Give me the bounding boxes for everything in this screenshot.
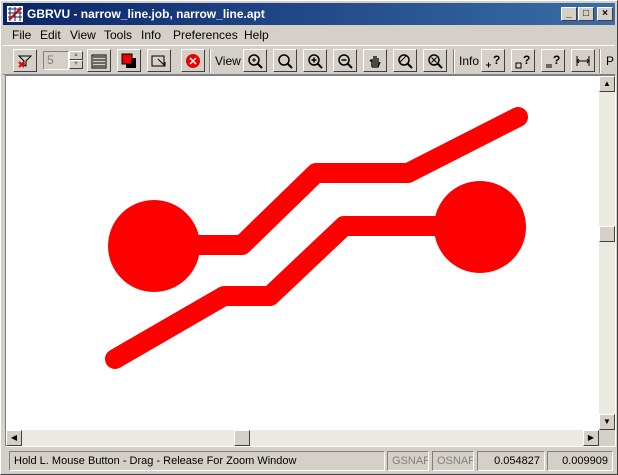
- osnap-indicator[interactable]: OSNAP: [432, 451, 474, 471]
- scroll-up-icon[interactable]: ▲: [599, 76, 615, 92]
- scrollbar-corner: [599, 430, 615, 446]
- filter-off-icon: [17, 55, 33, 68]
- spin-value-field[interactable]: 5: [43, 51, 69, 70]
- info-net-icon: ?: [546, 53, 560, 68]
- info-point-icon: ?: [486, 53, 500, 68]
- svg-text:?: ?: [523, 53, 530, 67]
- filter-off-button[interactable]: [13, 49, 37, 72]
- minimize-button[interactable]: _: [561, 7, 577, 21]
- toolbar: 5 ▲ ▼ View Info ? ? ? P: [3, 45, 615, 75]
- zoom-previous-button[interactable]: [423, 49, 447, 72]
- scroll-right-icon[interactable]: ▶: [583, 430, 599, 446]
- menu-bar: File Edit View Tools Info Preferences He…: [3, 26, 615, 44]
- zoom-in-icon: [248, 54, 263, 69]
- info-box-icon: ?: [515, 53, 530, 69]
- app-window: GBRVU - narrow_line.job, narrow_line.apt…: [0, 0, 618, 475]
- zoom-minus-icon: [338, 54, 353, 69]
- pan-button[interactable]: [363, 49, 387, 72]
- stop-button[interactable]: [181, 49, 205, 72]
- zoom-window-icon: [278, 54, 293, 69]
- info-net-button[interactable]: ?: [541, 49, 565, 72]
- toolbar-separator: [599, 49, 601, 73]
- scroll-left-icon[interactable]: ◀: [6, 430, 22, 446]
- status-message: Hold L. Mouse Button - Drag - Release Fo…: [9, 451, 385, 471]
- trace-group: [105, 107, 528, 369]
- title-bar[interactable]: GBRVU - narrow_line.job, narrow_line.apt…: [3, 3, 615, 25]
- color-icon: [121, 53, 136, 68]
- gerber-drawing: [105, 107, 528, 369]
- x-coordinate: 0.054827: [477, 451, 545, 471]
- measure-button[interactable]: [571, 49, 595, 72]
- horizontal-scrollbar[interactable]: ◀ ▶: [6, 430, 599, 446]
- drawing-area: ▲ ▼ ◀ ▶: [5, 75, 616, 447]
- menu-help[interactable]: Help: [244, 28, 269, 42]
- menu-preferences[interactable]: Preferences: [173, 28, 238, 42]
- stop-icon: [186, 54, 200, 68]
- menu-edit[interactable]: Edit: [40, 28, 61, 42]
- toolbar-separator: [453, 49, 455, 73]
- layers-icon: [91, 54, 107, 69]
- svg-text:?: ?: [553, 53, 560, 67]
- zoom-plus-button[interactable]: [303, 49, 327, 72]
- vertical-scroll-thumb[interactable]: [599, 226, 615, 242]
- scroll-down-icon[interactable]: ▼: [599, 414, 615, 430]
- spin-up-icon[interactable]: ▲: [69, 51, 83, 60]
- zoom-previous-icon: [428, 54, 443, 69]
- spin-down-icon[interactable]: ▼: [69, 60, 83, 69]
- toolbar-separator: [209, 49, 211, 73]
- pan-hand-icon: [369, 56, 381, 68]
- svg-text:?: ?: [493, 53, 500, 67]
- select-icon: [151, 55, 166, 67]
- pad-left[interactable]: [108, 200, 200, 292]
- zoom-plus-icon: [308, 54, 323, 69]
- menu-info[interactable]: Info: [141, 28, 161, 42]
- zoom-fit-button[interactable]: [393, 49, 417, 72]
- app-icon: [7, 6, 23, 22]
- close-button[interactable]: ×: [597, 7, 613, 21]
- zoom-window-button[interactable]: [273, 49, 297, 72]
- menu-tools[interactable]: Tools: [104, 28, 132, 42]
- status-bar: Hold L. Mouse Button - Drag - Release Fo…: [3, 449, 615, 473]
- maximize-button[interactable]: □: [578, 7, 594, 21]
- toolbar-overflow-label[interactable]: P: [606, 54, 614, 68]
- select-button[interactable]: [147, 49, 171, 72]
- view-label: View: [215, 54, 241, 68]
- zoom-minus-button[interactable]: [333, 49, 357, 72]
- window-title: GBRVU - narrow_line.job, narrow_line.apt: [27, 7, 265, 21]
- info-box-button[interactable]: ?: [511, 49, 535, 72]
- measure-icon: [576, 56, 590, 66]
- menu-view[interactable]: View: [70, 28, 96, 42]
- zoom-in-button[interactable]: [243, 49, 267, 72]
- pad-right[interactable]: [434, 181, 526, 273]
- menu-file[interactable]: File: [12, 28, 31, 42]
- vertical-scrollbar[interactable]: ▲ ▼: [599, 76, 615, 430]
- y-coordinate: 0.009909: [547, 451, 613, 471]
- horizontal-scroll-thumb[interactable]: [234, 430, 250, 446]
- info-label: Info: [459, 54, 480, 68]
- gsnap-indicator[interactable]: GSNAP: [387, 451, 429, 471]
- zoom-fit-icon: [398, 54, 413, 69]
- info-point-button[interactable]: ?: [481, 49, 505, 72]
- layers-button[interactable]: [87, 49, 111, 72]
- gerber-canvas[interactable]: [6, 76, 599, 430]
- color-button[interactable]: [117, 49, 141, 72]
- spin-arrows[interactable]: ▲ ▼: [69, 51, 83, 70]
